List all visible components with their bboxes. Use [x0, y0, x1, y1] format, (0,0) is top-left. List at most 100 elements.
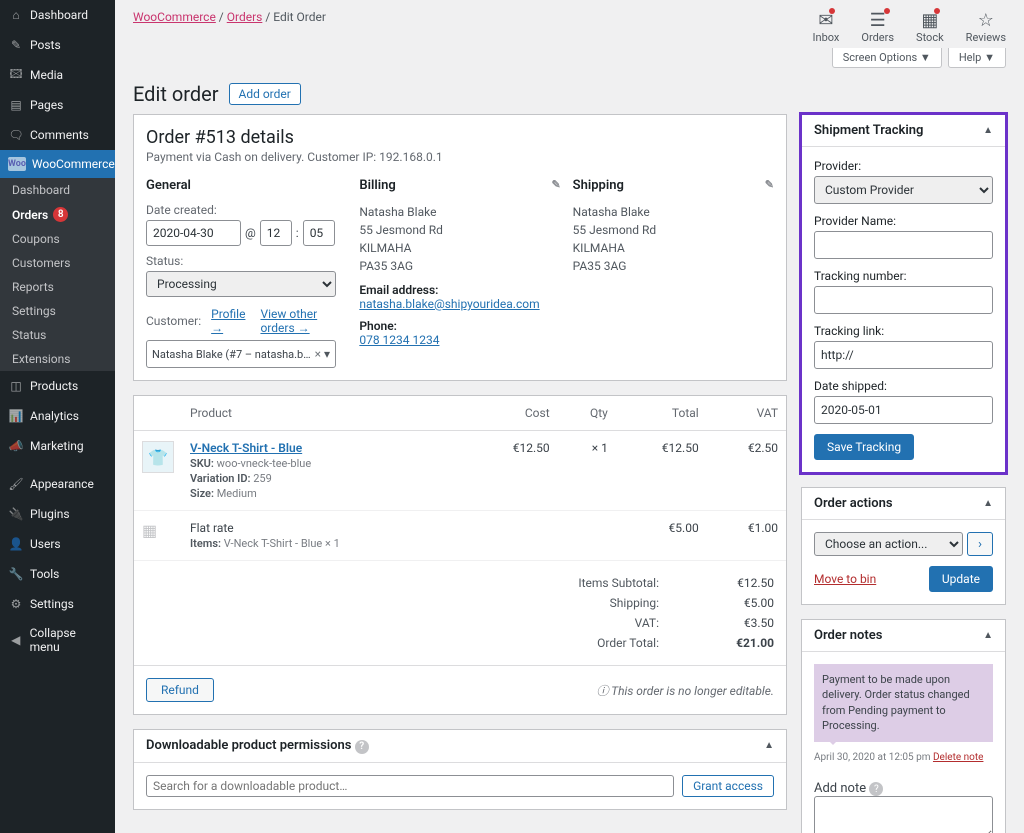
header-inbox[interactable]: ✉Inbox [813, 10, 840, 44]
shipping-col: Shipping✎ Natasha Blake 55 Jesmond Rd KI… [573, 178, 774, 368]
page-icon: ▤ [8, 97, 24, 113]
woo-icon: Woo [8, 157, 26, 171]
order-action-select[interactable]: Choose an action... [814, 532, 963, 556]
menu-media[interactable]: 🖾Media [0, 60, 115, 90]
help-icon[interactable]: ? [869, 782, 883, 796]
sub-reports[interactable]: Reports [0, 275, 115, 299]
profile-link[interactable]: Profile → [211, 307, 250, 335]
not-editable-notice: ⓘ This order is no longer editable. [596, 682, 774, 699]
clear-customer-icon[interactable]: × [312, 347, 324, 361]
pin-icon: ✎ [8, 37, 24, 53]
menu-dashboard[interactable]: ⌂Dashboard [0, 0, 115, 30]
refund-button[interactable]: Refund [146, 678, 214, 702]
menu-products[interactable]: ◫Products [0, 371, 115, 401]
sub-settings[interactable]: Settings [0, 299, 115, 323]
view-orders-link[interactable]: View other orders → [260, 307, 347, 335]
menu-analytics[interactable]: 📊Analytics [0, 401, 115, 431]
analytics-icon: 📊 [8, 408, 24, 424]
header-reviews[interactable]: ☆Reviews [966, 10, 1006, 44]
save-tracking-button[interactable]: Save Tracking [814, 434, 914, 460]
media-icon: 🖾 [8, 67, 24, 83]
header-orders[interactable]: ☰Orders [861, 10, 894, 44]
menu-woocommerce[interactable]: WooWooCommerce [0, 150, 115, 178]
order-actions-box: Order actions▲ Choose an action... › Mov… [801, 487, 1006, 605]
sub-status[interactable]: Status [0, 323, 115, 347]
customer-select[interactable]: Natasha Blake (#7 – natasha.blake@… × ▾ [146, 340, 336, 368]
crumb-woocommerce[interactable]: WooCommerce [133, 10, 216, 24]
help-tab[interactable]: Help ▼ [948, 48, 1006, 68]
toggle-notes-icon[interactable]: ▲ [983, 630, 993, 641]
date-created-input[interactable] [146, 220, 241, 246]
add-note-textarea[interactable] [814, 796, 993, 833]
sub-customers[interactable]: Customers [0, 251, 115, 275]
woo-submenu: Dashboard Orders8 Coupons Customers Repo… [0, 178, 115, 371]
apply-action-button[interactable]: › [967, 532, 993, 556]
sub-orders[interactable]: Orders8 [0, 202, 115, 227]
update-button[interactable]: Update [929, 566, 993, 592]
move-to-bin-link[interactable]: Move to bin [814, 572, 876, 586]
date-shipped-input[interactable] [814, 396, 993, 424]
shipping-line-row: ▦ Flat rate Items: V-Neck T-Shirt - Blue… [134, 511, 786, 561]
dpp-search-input[interactable] [146, 775, 674, 797]
edit-billing-icon[interactable]: ✎ [551, 178, 560, 193]
help-icon[interactable]: ? [355, 740, 369, 754]
comment-icon: 🗨 [8, 127, 24, 143]
order-details-box: Order #513 details Payment via Cash on d… [133, 114, 787, 381]
order-notes-box: Order notes▲ Payment to be made upon del… [801, 619, 1006, 833]
page-title: Edit order [133, 82, 219, 106]
order-totals: Items Subtotal:€12.50 Shipping:€5.00 VAT… [134, 561, 786, 665]
shipping-icon: ▦ [142, 521, 157, 540]
sub-coupons[interactable]: Coupons [0, 227, 115, 251]
toggle-actions-icon[interactable]: ▲ [983, 498, 993, 509]
header-actions: ✉Inbox ☰Orders ▦Stock ☆Reviews [813, 10, 1006, 44]
billing-phone-link[interactable]: 078 1234 1234 [359, 333, 439, 347]
chevron-down-icon: ▾ [324, 347, 330, 361]
edit-shipping-icon[interactable]: ✎ [765, 178, 774, 193]
tracking-link-input[interactable] [814, 341, 993, 369]
collapse-menu[interactable]: ◀Collapse menu [0, 619, 115, 661]
menu-comments[interactable]: 🗨Comments [0, 120, 115, 150]
page-header: Edit order Add order [115, 74, 1024, 114]
status-select[interactable]: Processing [146, 271, 336, 297]
order-heading: Order #513 details [146, 127, 774, 148]
customer-label: Customer: [146, 314, 201, 328]
sub-dashboard[interactable]: Dashboard [0, 178, 115, 202]
crumb-current: Edit Order [273, 10, 326, 24]
menu-pages[interactable]: ▤Pages [0, 90, 115, 120]
note-item: Payment to be made upon delivery. Order … [814, 664, 993, 742]
add-order-button[interactable]: Add order [229, 83, 301, 105]
tools-icon: 🔧 [8, 566, 24, 582]
toggle-dpp-icon[interactable]: ▲ [764, 740, 774, 751]
provider-name-input[interactable] [814, 231, 993, 259]
admin-sidebar: ⌂Dashboard ✎Posts 🖾Media ▤Pages 🗨Comment… [0, 0, 115, 833]
status-label: Status: [146, 254, 347, 268]
grant-access-button[interactable]: Grant access [682, 775, 774, 797]
menu-plugins[interactable]: 🔌Plugins [0, 499, 115, 529]
menu-settings[interactable]: ⚙Settings [0, 589, 115, 619]
menu-posts[interactable]: ✎Posts [0, 30, 115, 60]
menu-users[interactable]: 👤Users [0, 529, 115, 559]
menu-marketing[interactable]: 📣Marketing [0, 431, 115, 461]
header-stock[interactable]: ▦Stock [916, 10, 944, 44]
appearance-icon: 🖌 [8, 476, 24, 492]
items-table: Product Cost Qty Total VAT 👕 V-Neck T-Sh… [134, 396, 786, 561]
toggle-tracking-icon[interactable]: ▲ [983, 125, 993, 136]
provider-select[interactable]: Custom Provider [814, 176, 993, 204]
tracking-number-input[interactable] [814, 286, 993, 314]
stock-icon: ▦ [916, 10, 944, 31]
minute-input[interactable] [303, 220, 335, 246]
sub-extensions[interactable]: Extensions [0, 347, 115, 371]
product-name-link[interactable]: V-Neck T-Shirt - Blue [190, 441, 302, 455]
billing-email-link[interactable]: natasha.blake@shipyouridea.com [359, 297, 539, 311]
crumb-orders[interactable]: Orders [227, 10, 263, 24]
screen-option-tabs: Screen Options ▼ Help ▼ [115, 44, 1024, 74]
delete-note-link[interactable]: Delete note [933, 752, 983, 763]
hour-input[interactable] [260, 220, 292, 246]
order-subheading: Payment via Cash on delivery. Customer I… [146, 150, 774, 164]
menu-tools[interactable]: 🔧Tools [0, 559, 115, 589]
main-content: WooCommerce / Orders / Edit Order ✉Inbox… [115, 0, 1024, 833]
collapse-icon: ◀ [8, 632, 24, 648]
screen-options-tab[interactable]: Screen Options ▼ [832, 48, 942, 68]
menu-appearance[interactable]: 🖌Appearance [0, 469, 115, 499]
dpp-box: Downloadable product permissions ? ▲ Gra… [133, 729, 787, 810]
